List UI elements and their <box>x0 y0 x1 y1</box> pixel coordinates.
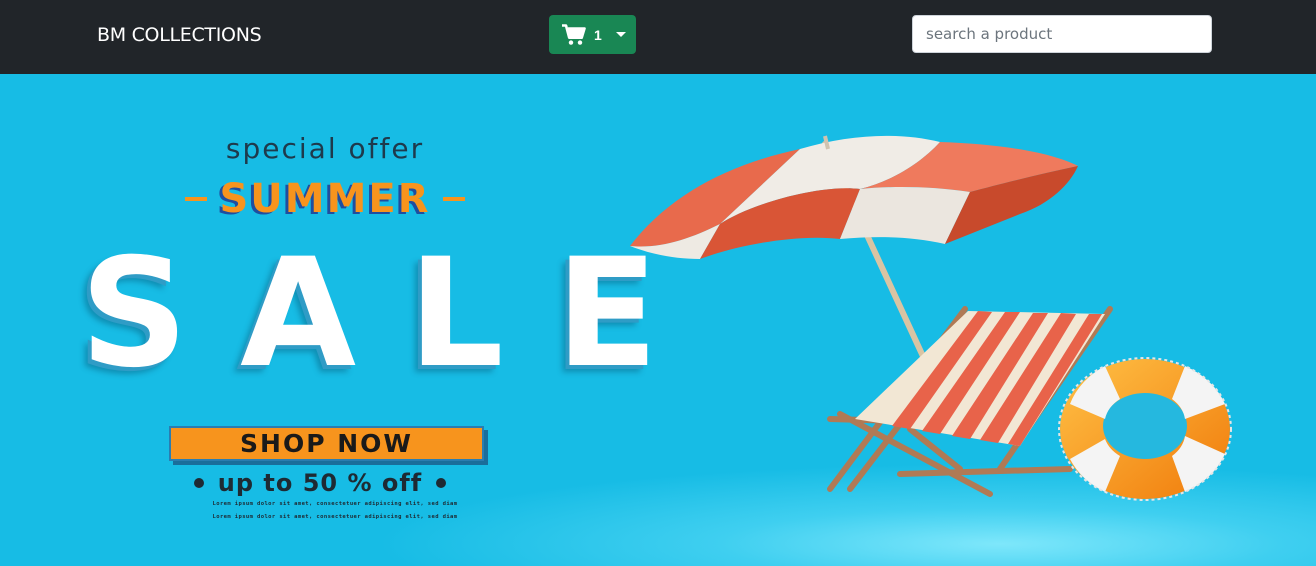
discount-text: up to 50 % off <box>217 469 423 497</box>
shop-now-button[interactable]: SHOP NOW <box>169 426 484 461</box>
chevron-down-icon <box>615 32 626 37</box>
search-input[interactable] <box>912 15 1212 53</box>
special-offer-text: special offer <box>225 132 425 165</box>
dash-decoration <box>185 197 208 201</box>
life-ring <box>1058 357 1232 501</box>
summer-sale-banner: special offer SUMMER SALE SHOP NOW up to… <box>0 74 1316 566</box>
lorem-text: Lorem ipsum dolor sit amet, consectetuer… <box>212 514 458 520</box>
brand-link[interactable]: BM COLLECTIONS <box>97 24 262 46</box>
cart-dropdown-button[interactable]: 1 <box>549 15 636 54</box>
bullet-dot <box>193 478 204 488</box>
lorem-text: Lorem ipsum dolor sit amet, consectetuer… <box>212 501 458 507</box>
sale-heading: SALE <box>80 227 711 401</box>
navbar: BM COLLECTIONS 1 <box>0 0 1316 74</box>
shopping-cart-icon <box>562 23 586 45</box>
summer-text: SUMMER <box>219 176 431 222</box>
bullet-dot <box>436 478 447 488</box>
dash-decoration <box>442 197 465 201</box>
cart-count-badge: 1 <box>594 26 602 43</box>
beach-illustration <box>630 135 1232 501</box>
summer-heading: SUMMER <box>150 174 500 224</box>
discount-line: up to 50 % off <box>170 466 470 500</box>
